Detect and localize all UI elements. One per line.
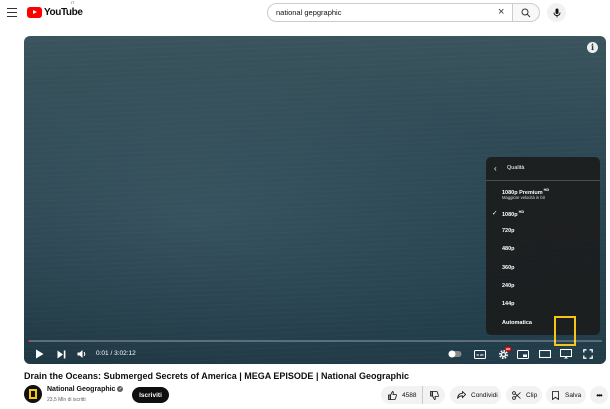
volume-button[interactable] xyxy=(75,347,89,361)
subtitles-button[interactable] xyxy=(473,347,487,361)
quality-option-label: Automatica xyxy=(502,320,532,326)
quality-option-480p[interactable]: 480p xyxy=(486,241,600,257)
settings-button[interactable]: HD xyxy=(496,347,512,361)
logo-country-code: IT xyxy=(71,0,75,5)
more-actions-button[interactable]: ••• xyxy=(590,386,608,404)
quality-option-label: 144p xyxy=(502,301,515,307)
quality-option-label: 1080pHD xyxy=(502,210,525,218)
video-player[interactable]: i ‹ Qualità 1080p PremiumHD Maggiore vel… xyxy=(24,36,606,364)
chevron-left-icon: ‹ xyxy=(494,164,497,173)
player-controls: 0:01 / 3:02:12 HD xyxy=(24,344,606,364)
quality-menu-title: Qualità xyxy=(507,165,525,171)
verified-icon: ✓ xyxy=(117,386,124,392)
share-icon xyxy=(457,391,466,399)
check-icon: ✓ xyxy=(492,210,498,217)
theater-mode-button[interactable] xyxy=(538,347,552,361)
like-count: 4588 xyxy=(402,391,417,399)
quality-option-sublabel: Maggiore velocità in bit xyxy=(502,195,545,200)
share-label: Condividi xyxy=(471,391,498,399)
video-title: Drain the Oceans: Submerged Secrets of A… xyxy=(24,371,409,381)
logo-text: YouTube xyxy=(44,7,83,18)
theater-icon xyxy=(539,350,551,358)
menu-icon[interactable] xyxy=(7,8,17,17)
clear-icon[interactable]: × xyxy=(498,6,504,18)
quality-option-144p[interactable]: 144p xyxy=(486,296,600,312)
fullscreen-icon xyxy=(583,349,593,359)
dislike-button[interactable] xyxy=(423,386,445,404)
save-label: Salva xyxy=(565,391,582,399)
youtube-play-icon xyxy=(27,7,42,18)
search-button[interactable] xyxy=(512,3,540,22)
miniplayer-button[interactable] xyxy=(516,347,530,361)
miniplayer-icon xyxy=(517,349,529,359)
time-display: 0:01 / 3:02:12 xyxy=(96,350,136,357)
subscribe-button[interactable]: Iscriviti xyxy=(132,387,169,403)
channel-name[interactable]: National Geographic ✓ xyxy=(47,386,124,393)
info-icon[interactable]: i xyxy=(587,42,598,53)
top-bar: YouTube IT national gepgraphic × xyxy=(0,0,610,26)
more-horizontal-icon: ••• xyxy=(596,390,602,400)
autoplay-toggle[interactable] xyxy=(448,347,462,361)
quality-option-label: 360p xyxy=(502,265,515,271)
mic-icon xyxy=(553,8,560,17)
quality-option-1080p[interactable]: ✓ 1080pHD xyxy=(486,205,600,221)
subscriber-count: 23,5 Mln di iscritti xyxy=(47,397,86,403)
quality-option-label: 480p xyxy=(502,246,515,252)
quality-option-720p[interactable]: 720p xyxy=(486,223,600,239)
quality-option-1080p-premium[interactable]: 1080p PremiumHD Maggiore velocità in bit xyxy=(486,185,600,205)
quality-option-label: 720p xyxy=(502,228,515,234)
clip-button[interactable]: Clip xyxy=(506,386,542,404)
quality-option-360p[interactable]: 360p xyxy=(486,260,600,276)
youtube-logo[interactable]: YouTube xyxy=(27,6,83,19)
play-button[interactable] xyxy=(32,347,46,361)
channel-name-text: National Geographic xyxy=(47,386,116,393)
volume-icon xyxy=(77,350,85,358)
search-input[interactable]: national gepgraphic × xyxy=(267,3,513,22)
scissors-icon xyxy=(512,390,521,400)
fullscreen-button[interactable] xyxy=(581,347,595,361)
thumbs-down-icon xyxy=(429,390,439,400)
play-icon xyxy=(35,349,43,359)
cast-button[interactable] xyxy=(559,347,573,361)
cast-icon xyxy=(560,349,572,359)
next-icon xyxy=(57,350,65,358)
like-button[interactable]: 4588 xyxy=(381,386,423,404)
quality-option-label: 240p xyxy=(502,283,515,289)
like-dislike-group: 4588 xyxy=(381,386,445,404)
progress-fill xyxy=(28,340,29,342)
quality-option-240p[interactable]: 240p xyxy=(486,278,600,294)
autoplay-toggle-icon xyxy=(448,350,462,358)
voice-search-button[interactable] xyxy=(547,3,566,22)
natgeo-logo-icon xyxy=(29,389,37,399)
hd-badge: HD xyxy=(505,347,512,351)
bookmark-icon xyxy=(552,390,559,400)
subtitles-icon xyxy=(474,349,486,359)
quality-menu-back[interactable]: ‹ Qualità xyxy=(486,157,600,181)
clip-label: Clip xyxy=(526,391,538,399)
search-icon xyxy=(521,8,531,17)
thumbs-up-icon xyxy=(388,390,397,400)
quality-option-automatic[interactable]: Automatica xyxy=(486,315,600,331)
channel-avatar[interactable] xyxy=(24,385,42,403)
quality-menu: ‹ Qualità 1080p PremiumHD Maggiore veloc… xyxy=(486,157,600,335)
share-button[interactable]: Condividi xyxy=(450,386,501,404)
save-button[interactable]: Salva xyxy=(546,386,586,404)
search-query-text: national gepgraphic xyxy=(276,8,342,17)
next-button[interactable] xyxy=(54,347,68,361)
progress-bar[interactable] xyxy=(28,340,602,342)
